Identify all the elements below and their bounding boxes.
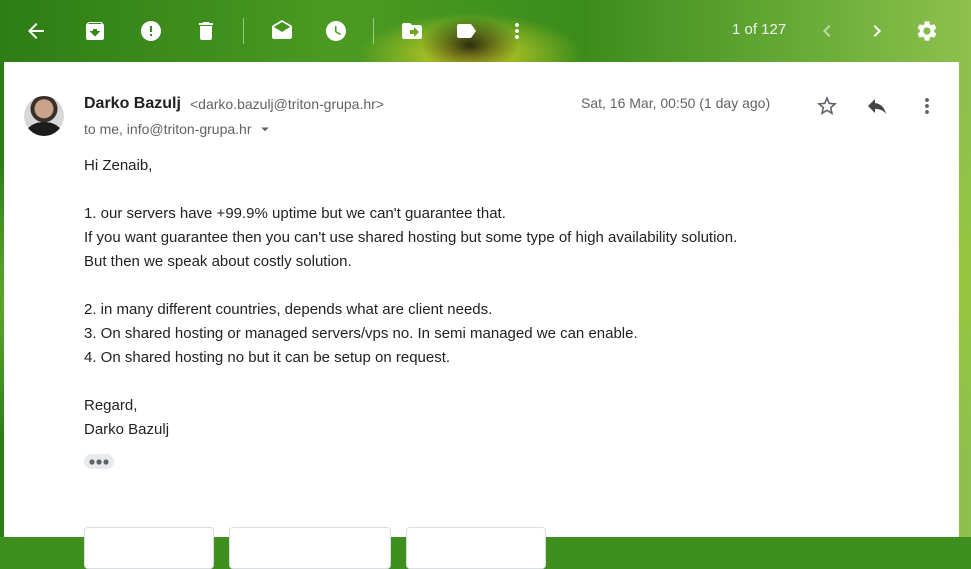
star-outline-icon <box>817 96 837 115</box>
back-icon <box>28 23 44 39</box>
mark-unread-button[interactable] <box>262 11 302 51</box>
body-line <box>84 370 737 394</box>
snooze-icon <box>326 21 346 41</box>
reply-icon <box>868 99 886 114</box>
chevron-right-icon <box>873 25 881 37</box>
labels-button[interactable] <box>446 11 486 51</box>
message-more-button[interactable] <box>911 90 943 122</box>
more-options-button[interactable] <box>497 11 537 51</box>
recipients-text: to me, info@triton-grupa.hr <box>84 121 252 137</box>
delete-icon <box>199 22 213 40</box>
body-line: 4. On shared hosting no but it can be se… <box>84 349 451 366</box>
toolbar-divider <box>373 18 374 44</box>
newer-button[interactable] <box>807 11 847 51</box>
archive-icon <box>86 22 104 40</box>
delete-button[interactable] <box>186 11 226 51</box>
more-vert-icon <box>515 23 519 39</box>
more-horiz-icon <box>89 458 109 465</box>
settings-gear-icon <box>917 21 937 41</box>
archive-button[interactable] <box>75 11 115 51</box>
body-line: If you want guarantee then you can't use… <box>84 229 738 246</box>
body-line: 2. in many different countries, depends … <box>84 301 493 318</box>
mark-unread-icon <box>272 20 292 39</box>
pager-count: 1 of 127 <box>732 21 787 38</box>
show-trimmed-content-button[interactable] <box>84 454 114 469</box>
back-button[interactable] <box>16 11 56 51</box>
reply-button[interactable] <box>861 90 893 122</box>
message-body: Hi Zenaib, 1. our servers have +99.9% up… <box>84 154 737 442</box>
body-line: 1. our servers have +99.9% uptime but we… <box>84 205 506 222</box>
chevron-left-icon <box>823 25 831 37</box>
recipients-line[interactable]: to me, info@triton-grupa.hr <box>84 120 274 138</box>
move-to-button[interactable] <box>392 11 432 51</box>
sender-name[interactable]: Darko Bazulj <box>84 95 181 113</box>
labels-icon <box>457 24 476 38</box>
more-vert-icon <box>925 98 929 114</box>
body-line: 3. On shared hosting or managed servers/… <box>84 325 638 342</box>
report-spam-icon <box>141 21 161 41</box>
body-line: Hi Zenaib, <box>84 157 153 174</box>
move-to-icon <box>402 23 422 39</box>
star-button[interactable] <box>811 90 843 122</box>
body-line <box>84 178 737 202</box>
message-date: Sat, 16 Mar, 00:50 (1 day ago) <box>581 95 771 111</box>
sender-avatar[interactable] <box>24 96 64 136</box>
older-button[interactable] <box>857 11 897 51</box>
settings-button[interactable] <box>907 11 947 51</box>
message-pane: Darko Bazulj <darko.bazulj@triton-grupa.… <box>4 62 959 569</box>
body-line <box>84 274 737 298</box>
body-line: Darko Bazulj <box>84 421 170 438</box>
report-spam-button[interactable] <box>131 11 171 51</box>
body-line: Regard, <box>84 397 138 414</box>
caret-down-icon[interactable] <box>256 120 274 138</box>
reply-action-button[interactable] <box>84 527 214 569</box>
body-line: But then we speak about costly solution. <box>84 253 352 270</box>
reply-all-action-button[interactable] <box>229 527 391 569</box>
toolbar-divider <box>243 18 244 44</box>
snooze-button[interactable] <box>316 11 356 51</box>
message-toolbar: 1 of 127 <box>0 0 971 62</box>
forward-action-button[interactable] <box>406 527 546 569</box>
sender-email: <darko.bazulj@triton-grupa.hr> <box>190 96 384 112</box>
